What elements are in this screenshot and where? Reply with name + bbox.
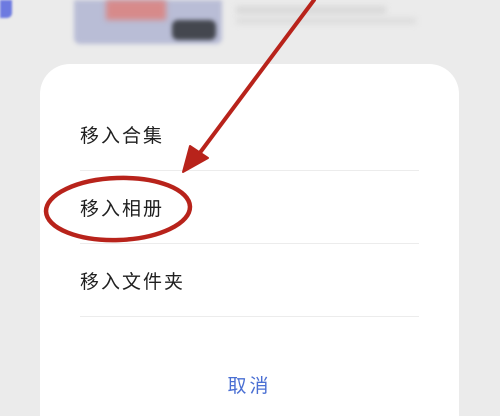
background-duration-badge (172, 20, 216, 40)
menu-item-label: 移入相册 (80, 197, 165, 220)
menu-item-move-to-collection[interactable]: 移入合集 (80, 98, 419, 171)
menu-item-move-to-folder[interactable]: 移入文件夹 (80, 244, 419, 317)
background-checkbox (0, 0, 12, 18)
menu-item-label: 移入合集 (80, 124, 165, 147)
background-thumbnail-detail (106, 0, 166, 20)
menu-item-move-to-album[interactable]: 移入相册 (80, 171, 419, 244)
background-list-row (0, 0, 500, 50)
background-title-text (236, 6, 386, 14)
menu-item-label: 移入文件夹 (80, 270, 186, 293)
cancel-button[interactable]: 取消 (40, 364, 459, 404)
action-sheet: 移入合集 移入相册 移入文件夹 取消 (40, 64, 459, 416)
background-subtitle-text (236, 18, 416, 24)
screen: 移入合集 移入相册 移入文件夹 取消 (0, 0, 500, 416)
